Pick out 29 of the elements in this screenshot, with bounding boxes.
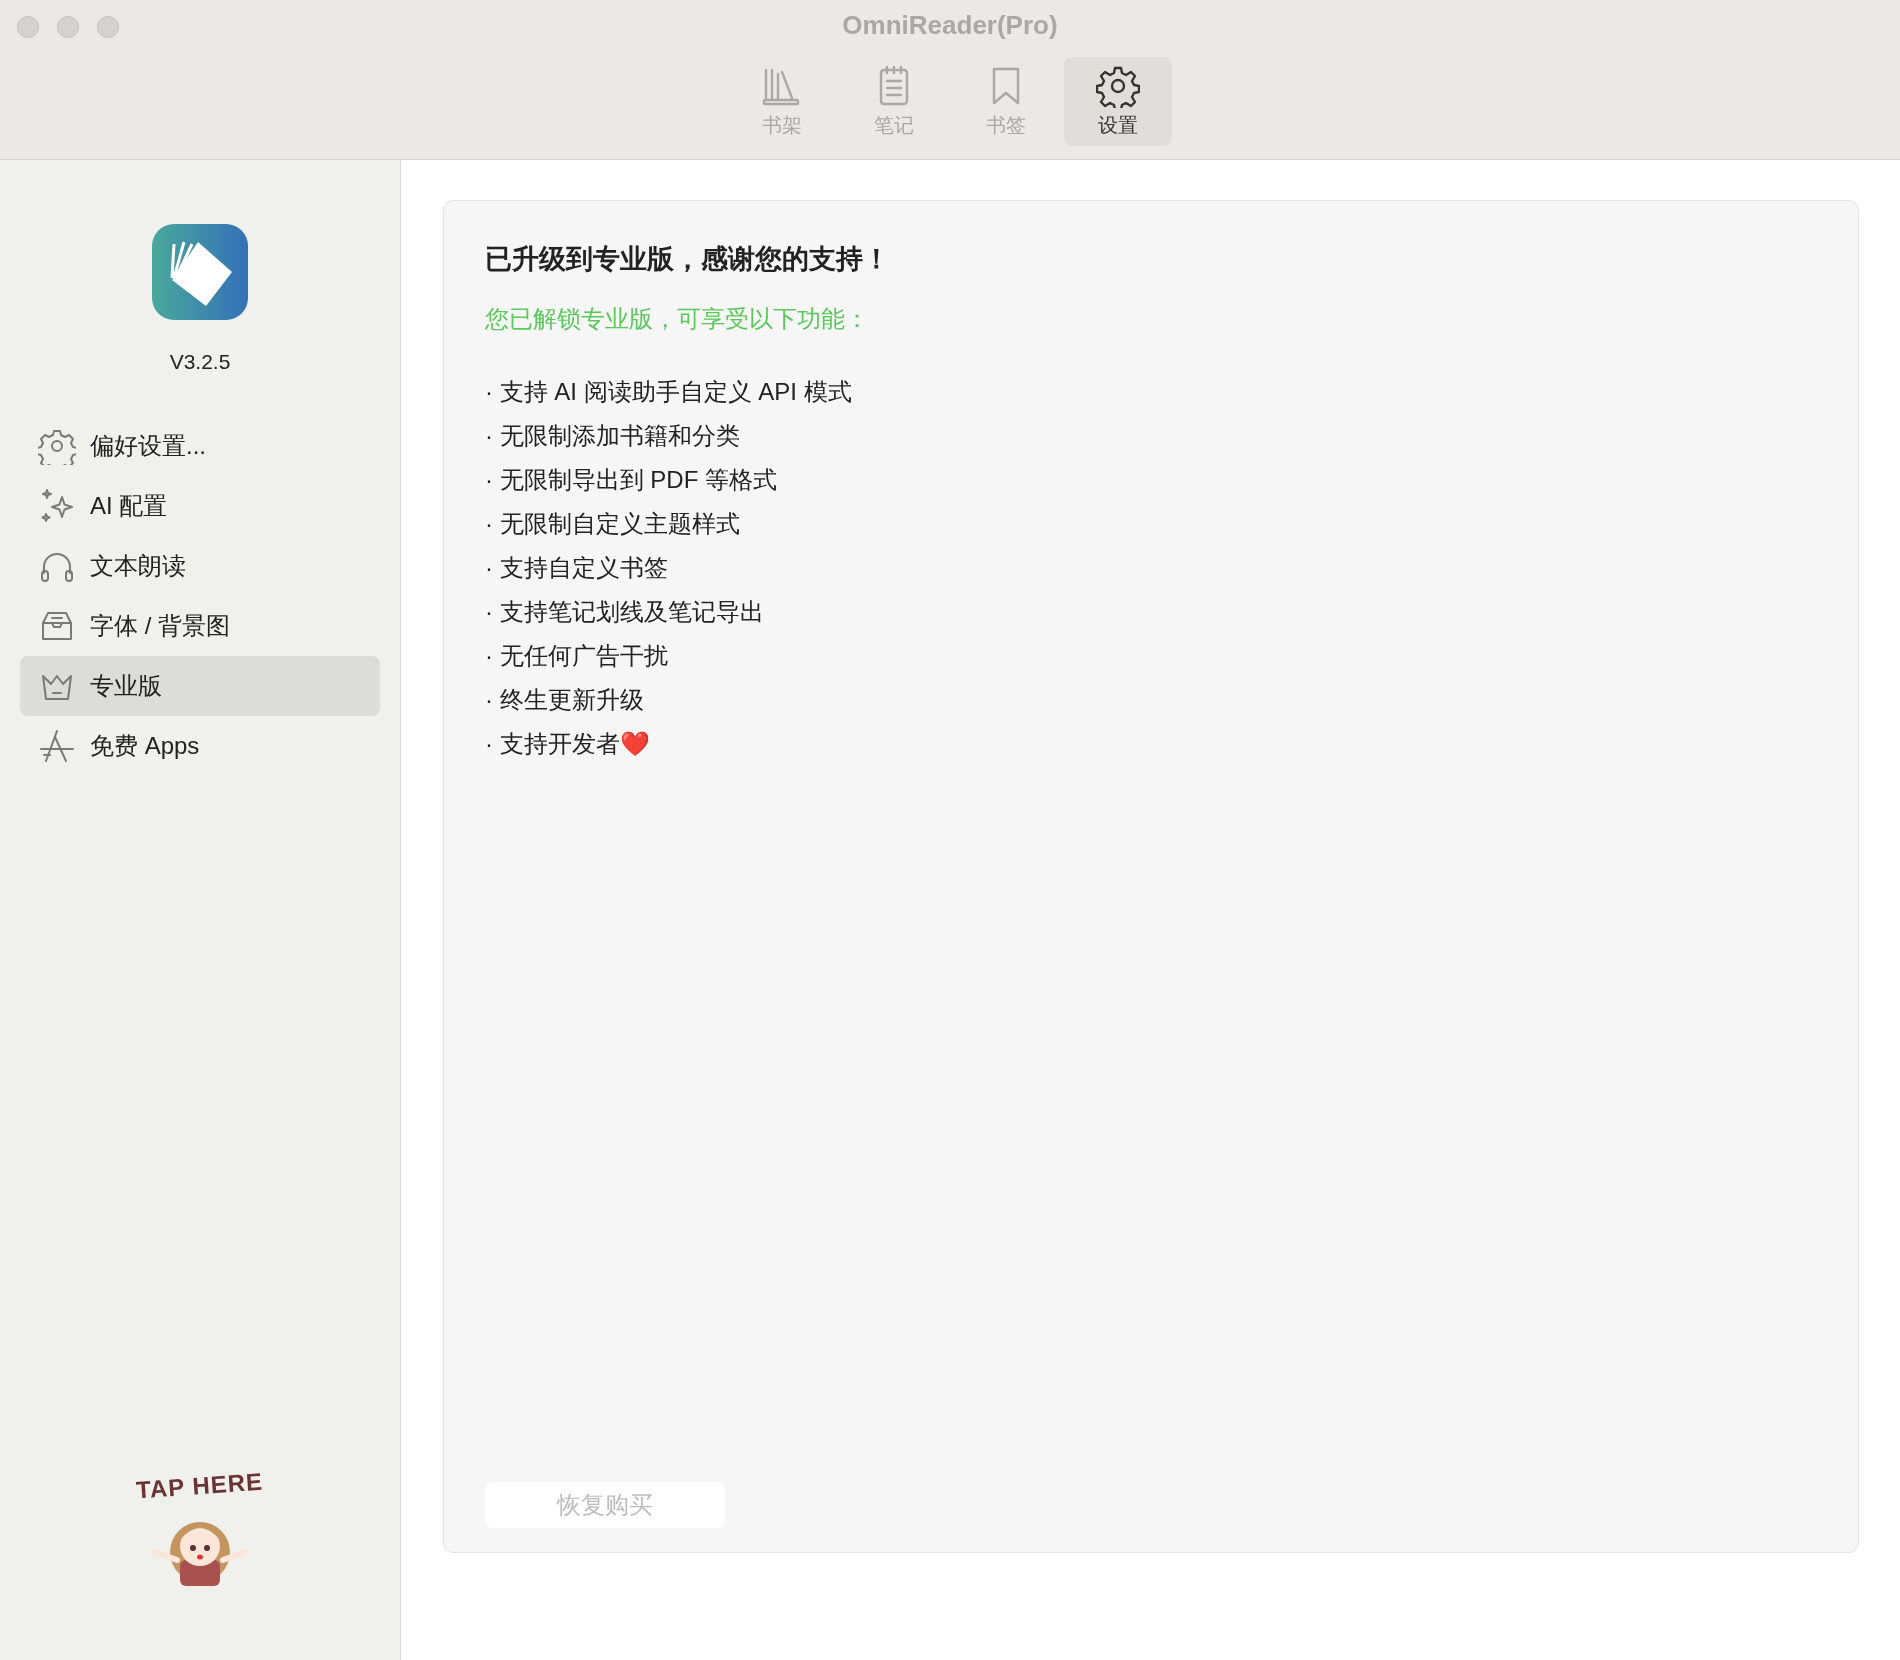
feature-item: · 无限制导出到 PDF 等格式 — [485, 465, 778, 495]
app-logo-icon — [152, 224, 248, 320]
sidebar-item[interactable]: 专业版 — [20, 656, 380, 716]
settings-icon — [1096, 64, 1140, 108]
window-control-button[interactable] — [17, 16, 39, 38]
feature-item: · 支持自定义书签 — [485, 553, 669, 583]
sidebar-item[interactable]: 字体 / 背景图 — [20, 596, 380, 656]
feature-item: · 支持 AI 阅读助手自定义 API 模式 — [485, 377, 853, 407]
subheading: 您已解锁专业版，可享受以下功能： — [485, 304, 870, 334]
toolbar-tab[interactable]: 设置 — [1064, 57, 1172, 146]
feature-item: · 无任何广告干扰 — [485, 641, 669, 671]
feature-item: · 无限制自定义主题样式 — [485, 509, 741, 539]
settings-icon — [38, 427, 76, 465]
heading: 已升级到专业版，感谢您的支持！ — [485, 243, 891, 276]
sidebar-item[interactable]: 免费 Apps — [20, 716, 380, 776]
window-control-button[interactable] — [97, 16, 119, 38]
feature-item: · 终生更新升级 — [485, 685, 645, 715]
feature-item: · 支持笔记划线及笔记导出 — [485, 597, 765, 627]
sidebar-item[interactable]: 文本朗读 — [20, 536, 380, 596]
window-control-button[interactable] — [57, 16, 79, 38]
sparkles-icon — [38, 487, 76, 525]
version-label: V3.2.5 — [169, 350, 231, 374]
sticker-caption[interactable]: TAP HERE — [135, 1467, 265, 1505]
sidebar-item[interactable]: AI 配置 — [20, 476, 380, 536]
feature-item: · 无限制添加书籍和分类 — [485, 421, 741, 451]
app-store-icon — [38, 727, 76, 765]
feature-item: · 支持开发者❤ — [485, 729, 651, 759]
sidebar-item[interactable]: 偏好设置... — [20, 416, 380, 476]
window-title: OmniReader(Pro) — [842, 10, 1058, 41]
